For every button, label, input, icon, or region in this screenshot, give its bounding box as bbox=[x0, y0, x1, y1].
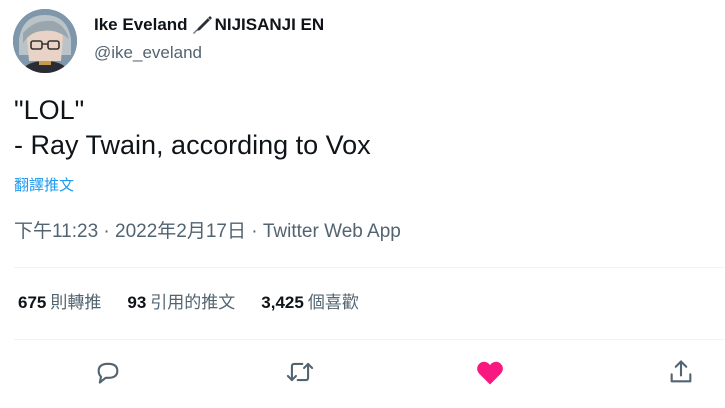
heart-icon bbox=[477, 361, 503, 385]
divider bbox=[14, 267, 725, 268]
share-button[interactable] bbox=[666, 357, 696, 387]
retweet-count-stat[interactable]: 675 則轉推 bbox=[18, 291, 101, 315]
tweet-text: "LOL" - Ray Twain, according to Vox bbox=[14, 93, 371, 163]
divider bbox=[14, 339, 725, 340]
share-icon bbox=[670, 360, 692, 383]
author-display-name[interactable]: Ike Eveland bbox=[94, 14, 188, 36]
tweet-line: "LOL" bbox=[14, 95, 85, 125]
quote-count-stat[interactable]: 93 引用的推文 bbox=[127, 291, 235, 315]
author-handle[interactable]: @ike_eveland bbox=[94, 42, 324, 64]
avatar[interactable] bbox=[13, 9, 77, 73]
retweet-button[interactable] bbox=[285, 357, 315, 387]
tweet-meta[interactable]: 下午11:23 · 2022年2月17日 · Twitter Web App bbox=[14, 220, 401, 244]
tweet-stats: 675 則轉推 93 引用的推文 3,425 個喜歡 bbox=[18, 291, 385, 315]
reply-button[interactable] bbox=[93, 357, 123, 387]
like-label: 個喜歡 bbox=[307, 293, 359, 312]
like-count: 3,425 bbox=[261, 293, 304, 312]
fountain-pen-icon bbox=[190, 14, 214, 36]
reply-icon bbox=[97, 362, 119, 384]
quote-count: 93 bbox=[127, 293, 147, 312]
author-name-suffix[interactable]: NIJISANJI EN bbox=[215, 14, 325, 36]
like-button[interactable] bbox=[475, 357, 505, 387]
quote-label: 引用的推文 bbox=[150, 293, 236, 312]
tweet-actions bbox=[0, 357, 725, 387]
retweet-icon bbox=[286, 362, 314, 382]
tweet-line: - Ray Twain, according to Vox bbox=[14, 130, 371, 160]
retweet-count: 675 bbox=[18, 293, 47, 312]
like-count-stat[interactable]: 3,425 個喜歡 bbox=[261, 291, 359, 315]
retweet-label: 則轉推 bbox=[50, 293, 102, 312]
translate-tweet-link[interactable]: 翻譯推文 bbox=[14, 176, 74, 196]
